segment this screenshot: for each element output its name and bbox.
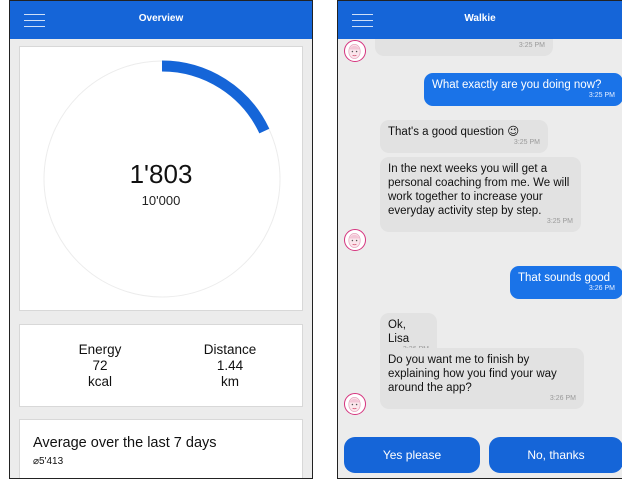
energy-value: 72 [92, 358, 108, 373]
walkie-app-bar: Walkie [338, 1, 622, 39]
message-text: In the next weeks you will get a persona… [388, 163, 570, 217]
message-time: 3:25 PM [588, 92, 615, 99]
yes-please-button[interactable]: Yes please [344, 437, 480, 473]
page-title: Overview [138, 13, 184, 24]
progress-arc [161, 60, 270, 134]
overview-screen: Overview 1'803 10'000 Energy 72 kcal Dis… [9, 0, 313, 479]
message-time: 3:25 PM [518, 42, 545, 49]
message-text: That's a good question 😉 [388, 126, 520, 138]
walkie-avatar-icon [344, 40, 366, 62]
chat-log[interactable]: Lisa? 3:25 PM What exactly are you doing… [338, 23, 622, 478]
distance-stat: Distance 1.44 km [185, 342, 275, 390]
no-thanks-button[interactable]: No, thanks [489, 437, 622, 473]
distance-unit: km [221, 374, 239, 389]
message-time: 3:26 PM [549, 395, 576, 402]
walkie-chat-screen: Lisa? 3:25 PM What exactly are you doing… [337, 0, 622, 479]
message-text: What exactly are you doing now? [432, 79, 602, 91]
steps-count: 1'803 [129, 159, 193, 189]
distance-value: 1.44 [216, 358, 244, 373]
energy-label: Energy [78, 342, 122, 357]
energy-stat: Energy 72 kcal [55, 342, 145, 390]
message-bubble: That's a good question 😉 3:25 PM [380, 120, 548, 153]
walkie-avatar-icon [344, 229, 366, 251]
message-bubble: That sounds good 3:26 PM [510, 266, 622, 299]
steps-ring-card: 1'803 10'000 [19, 46, 303, 311]
overview-app-bar: Overview [10, 1, 312, 39]
steps-goal: 10'000 [141, 193, 181, 208]
average-title: Average over the last 7 days [33, 435, 217, 451]
message-bubble: In the next weeks you will get a persona… [380, 157, 581, 232]
message-bubble: What exactly are you doing now? 3:25 PM [424, 73, 622, 106]
message-text: Ok, Lisa [388, 319, 410, 345]
message-bubble: Do you want me to finish by explaining h… [380, 348, 584, 409]
message-time: 3:25 PM [513, 139, 540, 146]
energy-unit: kcal [87, 374, 112, 389]
average-value: ⌀5'413 [33, 456, 64, 467]
message-text: Do you want me to finish by explaining h… [388, 354, 557, 394]
chat-title: Walkie [464, 13, 496, 24]
walkie-avatar-icon [344, 393, 366, 415]
distance-label: Distance [203, 342, 257, 357]
message-time: 3:25 PM [546, 218, 573, 225]
energy-distance-card: Energy 72 kcal Distance 1.44 km [19, 324, 303, 407]
message-time: 3:26 PM [588, 285, 615, 292]
weekly-average-card[interactable]: Average over the last 7 days ⌀5'413 [19, 419, 303, 478]
